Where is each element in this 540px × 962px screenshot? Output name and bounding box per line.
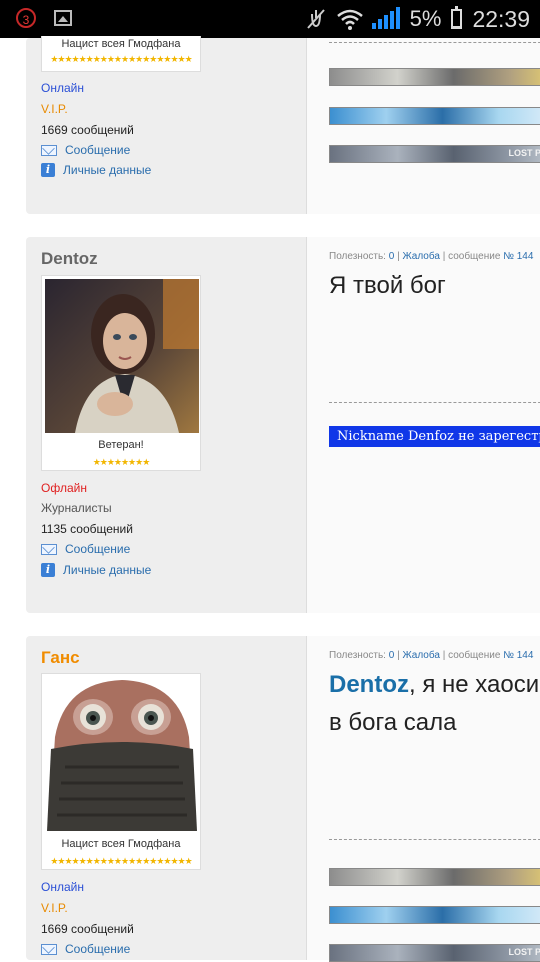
status-bar: 3 5% 22:39: [0, 0, 540, 38]
mail-icon: [41, 943, 57, 955]
send-message-label[interactable]: Сообщение: [65, 942, 130, 956]
message-number[interactable]: № 144: [503, 650, 533, 661]
forum-post: Ганс Нацист всея Гмодфана ★★★★★★★★★★★★★★…: [26, 636, 540, 962]
user-group: V.I.P.: [41, 901, 68, 915]
post-username[interactable]: Dentoz: [41, 249, 98, 269]
avatar-card: Нацист всея Гмодфана ★★★★★★★★★★★★★★★★★★★…: [41, 36, 201, 72]
notification-badge[interactable]: 3: [16, 8, 36, 28]
battery-percent: 5%: [409, 6, 442, 31]
post-author-panel: Ганс Нацист всея Гмодфана ★★★★★★★★★★★★★★…: [26, 636, 306, 960]
signature-banner[interactable]: [329, 68, 540, 86]
signature-banner[interactable]: [329, 868, 540, 886]
rank-stars: ★★★★★★★★: [92, 457, 151, 467]
mute-icon: [306, 8, 326, 30]
post-meta: Полезность: 0 | Жалоба | сообщение № 144: [329, 251, 534, 262]
send-message-label[interactable]: Сообщение: [65, 143, 130, 157]
post-username[interactable]: Ганс: [41, 648, 80, 668]
post-author-panel: Нацист всея Гмодфана ★★★★★★★★★★★★★★★★★★★…: [26, 36, 306, 214]
forum-post: Dentoz Ветеран! ★★★★★★★★ Офлайн Журналис…: [26, 237, 540, 613]
post-meta: Полезность: 0 | Жалоба | сообщение № 144: [329, 650, 534, 661]
user-group: Журналисты: [41, 501, 112, 515]
avatar[interactable]: [45, 677, 199, 831]
signature-banner[interactable]: LOST PLA: [329, 944, 540, 962]
user-rank: Нацист всея Гмодфана: [61, 838, 181, 850]
avatar-card: Нацист всея Гмодфана ★★★★★★★★★★★★★★★★★★★…: [41, 673, 201, 870]
message-count: 1669 сообщений: [41, 123, 134, 137]
send-message-label[interactable]: Сообщение: [65, 542, 130, 556]
profile-label[interactable]: Личные данные: [63, 563, 151, 577]
user-rank: Ветеран!: [98, 439, 144, 451]
info-icon: i: [41, 163, 55, 177]
info-icon: i: [41, 563, 55, 577]
signature-separator: [329, 402, 540, 403]
signature-banner[interactable]: Nickname Denfoz не зарегестр: [329, 426, 540, 447]
send-message-link[interactable]: Сообщение: [41, 942, 130, 956]
usefulness-value[interactable]: 0: [389, 650, 395, 661]
profile-label[interactable]: Личные данные: [63, 163, 151, 177]
mail-icon: [41, 543, 57, 555]
signature-separator: [329, 839, 540, 840]
mail-icon: [41, 144, 57, 156]
message-count: 1669 сообщений: [41, 922, 134, 936]
post-body: Полезность: 0 | Жалоба | сообщение № 144…: [306, 237, 540, 613]
signal-icon: [371, 7, 400, 29]
post-author-panel: Dentoz Ветеран! ★★★★★★★★ Офлайн Журналис…: [26, 237, 306, 613]
signature-banner[interactable]: R: [329, 906, 540, 924]
post-content: Dentoz, я не хаоси в бога сала: [329, 671, 540, 736]
send-message-link[interactable]: Сообщение: [41, 143, 130, 157]
complaint-link[interactable]: Жалоба: [402, 251, 439, 262]
clock: 22:39: [472, 5, 530, 32]
wifi-icon: [336, 9, 363, 30]
usefulness-value[interactable]: 0: [389, 251, 395, 262]
profile-link[interactable]: i Личные данные: [41, 163, 151, 177]
signature-banner[interactable]: R: [329, 107, 540, 125]
gallery-icon: [54, 10, 72, 26]
user-rank: Нацист всея Гмодфана: [61, 38, 181, 50]
message-number[interactable]: № 144: [503, 251, 533, 262]
avatar[interactable]: [45, 279, 199, 433]
user-mention[interactable]: Dentoz: [329, 671, 409, 698]
user-status: Онлайн: [41, 880, 84, 894]
user-status: Офлайн: [41, 481, 87, 495]
rank-stars: ★★★★★★★★★★★★★★★★★★★★: [50, 856, 192, 866]
message-count: 1135 сообщений: [41, 522, 133, 536]
battery-icon: [451, 6, 463, 29]
rank-stars: ★★★★★★★★★★★★★★★★★★★★: [50, 54, 192, 64]
complaint-link[interactable]: Жалоба: [402, 650, 439, 661]
post-body: Полезность: 0 | Жалоба | сообщение № 144…: [306, 636, 540, 962]
user-group: V.I.P.: [41, 102, 68, 116]
signature-banner[interactable]: LOST PLA: [329, 145, 540, 163]
user-status: Онлайн: [41, 81, 84, 95]
battery-fill: [453, 26, 461, 27]
send-message-link[interactable]: Сообщение: [41, 542, 130, 556]
avatar-card: Ветеран! ★★★★★★★★: [41, 275, 201, 471]
post-body: R LOST PLA: [306, 38, 540, 214]
signature-separator: [329, 42, 540, 43]
post-content: Я твой бог: [329, 272, 446, 299]
forum-post: Нацист всея Гмодфана ★★★★★★★★★★★★★★★★★★★…: [26, 36, 540, 214]
profile-link[interactable]: i Личные данные: [41, 563, 151, 577]
